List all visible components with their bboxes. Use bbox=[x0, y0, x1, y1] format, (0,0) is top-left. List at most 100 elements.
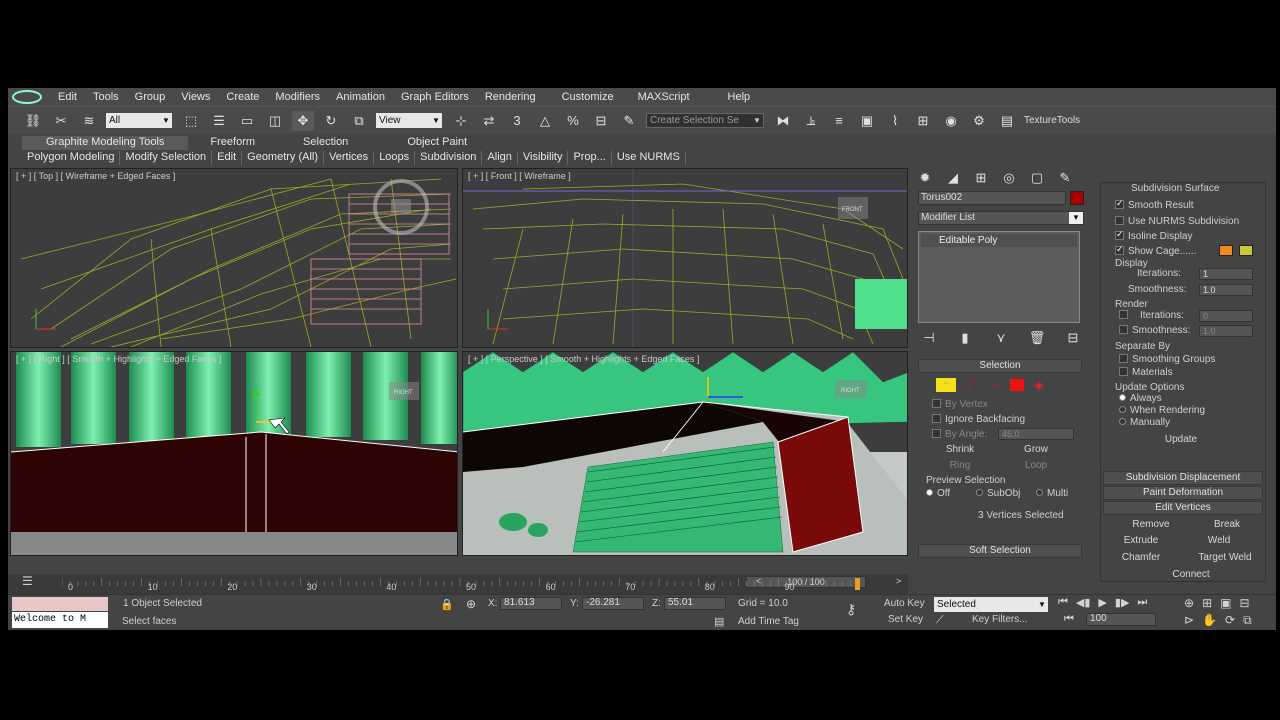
manually-radio[interactable]: Manually bbox=[1119, 417, 1170, 428]
set-key-button[interactable]: Set Key bbox=[888, 614, 923, 625]
play-icon[interactable]: ▶ bbox=[1098, 596, 1106, 609]
panel-visibility[interactable]: Visibility bbox=[518, 151, 569, 165]
lock-selection-icon[interactable]: 🔒 bbox=[440, 598, 454, 611]
panel-polygon-modeling[interactable]: Polygon Modeling bbox=[22, 151, 121, 165]
key-set-dropdown[interactable]: Selected ▼ bbox=[934, 597, 1048, 612]
menu-customize[interactable]: Customize bbox=[562, 91, 614, 103]
time-config-icon[interactable]: ⏮ bbox=[1064, 613, 1074, 626]
move-icon[interactable]: ✥ bbox=[292, 110, 314, 131]
connect-button[interactable]: Connect bbox=[1151, 569, 1231, 583]
spinner-snap-icon[interactable]: ⊟ bbox=[590, 111, 612, 131]
loop-button[interactable]: Loop bbox=[1010, 460, 1062, 474]
maximize-viewport-icon[interactable]: ⧉ bbox=[1243, 613, 1252, 628]
create-tab-icon[interactable]: ✹ bbox=[914, 168, 936, 188]
object-color-swatch[interactable] bbox=[1070, 191, 1084, 205]
goto-start-icon[interactable]: ⏮ bbox=[1058, 596, 1068, 609]
x-coord-field[interactable]: 81.613 bbox=[500, 597, 562, 610]
preview-subobj-radio[interactable]: SubObj bbox=[976, 488, 1020, 499]
maxscript-listener-pink[interactable] bbox=[12, 597, 108, 611]
viewport-front-label[interactable]: [ + ] [ Front ] [ Wireframe ] bbox=[468, 171, 571, 181]
modifier-list-dropdown[interactable]: Modifier List ▼ bbox=[918, 211, 1084, 225]
next-frame-icon[interactable]: ▮▶ bbox=[1115, 596, 1130, 609]
graphite-toggle-icon[interactable]: ▣ bbox=[856, 111, 878, 131]
extrude-button[interactable]: Extrude bbox=[1111, 535, 1171, 549]
object-name-field[interactable]: Torus002 bbox=[918, 191, 1066, 205]
element-level-icon[interactable]: ◈ bbox=[1030, 378, 1048, 392]
subdivision-surface-header[interactable]: Subdivision Surface bbox=[1131, 183, 1219, 194]
unlink-icon[interactable]: ✂ bbox=[50, 111, 72, 131]
configure-sets-icon[interactable]: ⊟ bbox=[1066, 328, 1080, 348]
angle-snap-icon[interactable]: △ bbox=[534, 111, 556, 131]
current-frame-field[interactable]: 100 bbox=[1086, 613, 1156, 626]
tab-object-paint[interactable]: Object Paint bbox=[383, 136, 491, 150]
zoom-extents-icon[interactable]: ▣ bbox=[1220, 596, 1231, 610]
material-editor-icon[interactable]: ◉ bbox=[940, 111, 962, 131]
render-iterations-spinner[interactable]: 0 bbox=[1199, 310, 1253, 322]
tab-selection[interactable]: Selection bbox=[279, 136, 383, 150]
menu-group[interactable]: Group bbox=[135, 91, 166, 103]
by-angle-option[interactable]: By Angle: bbox=[932, 429, 987, 440]
viewport-perspective-label[interactable]: [ + ] [ Perspective ] [ Smooth + Highlig… bbox=[468, 354, 699, 364]
time-tag-icon[interactable]: ▤ bbox=[714, 615, 724, 628]
pivot-icon[interactable]: ⊹ bbox=[450, 111, 472, 131]
menu-edit[interactable]: Edit bbox=[58, 91, 77, 103]
tab-graphite-modeling-tools[interactable]: Graphite Modeling Tools bbox=[22, 136, 189, 150]
window-crossing-icon[interactable]: ◫ bbox=[264, 111, 286, 131]
menu-animation[interactable]: Animation bbox=[336, 91, 385, 103]
auto-key-button[interactable]: Auto Key bbox=[884, 598, 925, 609]
front-viewcube-text[interactable]: FRONT bbox=[842, 207, 863, 213]
smooth-result-checkbox[interactable]: Smooth Result bbox=[1115, 198, 1194, 211]
prev-frame-icon[interactable]: ◀▮ bbox=[1076, 596, 1091, 609]
always-radio[interactable]: Always bbox=[1119, 393, 1162, 404]
panel-subdivision[interactable]: Subdivision bbox=[415, 151, 483, 165]
motion-tab-icon[interactable]: ◎ bbox=[998, 168, 1020, 188]
layer-manager-icon[interactable]: ≡ bbox=[828, 111, 850, 131]
border-level-icon[interactable]: ○ bbox=[986, 378, 1004, 392]
remove-modifier-icon[interactable]: 🗑 bbox=[1029, 328, 1046, 348]
scale-icon[interactable]: ⧉ bbox=[348, 111, 370, 131]
tab-freeform[interactable]: Freeform bbox=[188, 136, 279, 150]
bind-spacewarp-icon[interactable]: ≋ bbox=[78, 111, 100, 131]
panel-properties[interactable]: Prop... bbox=[568, 151, 612, 165]
subdivision-displacement-header[interactable]: Subdivision Displacement bbox=[1103, 471, 1263, 485]
polygon-level-icon[interactable] bbox=[1010, 379, 1024, 391]
weld-button[interactable]: Weld bbox=[1193, 535, 1245, 549]
zoom-extents-all-icon[interactable]: ⊟ bbox=[1239, 596, 1249, 610]
render-iterations-option[interactable]: Iterations: bbox=[1119, 310, 1184, 321]
absolute-mode-icon[interactable]: ⊕ bbox=[466, 597, 476, 611]
hierarchy-tab-icon[interactable]: ⊞ bbox=[970, 168, 992, 188]
tangent-icon[interactable]: ⟋ bbox=[936, 614, 944, 627]
by-vertex-option[interactable]: By Vertex bbox=[932, 399, 988, 410]
viewport-right-label[interactable]: [ + ] [ Right ] [ Smooth + Highlights + … bbox=[16, 354, 221, 364]
display-iterations-spinner[interactable]: 1 bbox=[1199, 268, 1253, 280]
smoothing-groups-checkbox[interactable]: Smoothing Groups bbox=[1119, 354, 1215, 365]
viewport-top[interactable]: [ + ] [ Top ] [ Wireframe + Edged Faces … bbox=[10, 168, 458, 348]
break-button[interactable]: Break bbox=[1193, 519, 1261, 533]
select-object-icon[interactable]: ⬚ bbox=[180, 111, 202, 131]
time-next-icon[interactable]: > bbox=[896, 576, 901, 586]
timeline-config-icon[interactable]: ☰ bbox=[22, 574, 42, 588]
preview-multi-radio[interactable]: Multi bbox=[1036, 488, 1068, 499]
remove-button[interactable]: Remove bbox=[1115, 519, 1187, 533]
zoom-icon[interactable]: ⊕ bbox=[1184, 596, 1194, 610]
panel-modify-selection[interactable]: Modify Selection bbox=[120, 151, 213, 165]
rect-selection-icon[interactable]: ▭ bbox=[236, 111, 258, 131]
menu-create[interactable]: Create bbox=[226, 91, 259, 103]
materials-checkbox[interactable]: Materials bbox=[1119, 367, 1173, 378]
preview-off-radio[interactable]: Off bbox=[926, 488, 950, 499]
key-filters-button[interactable]: Key Filters... bbox=[972, 614, 1028, 625]
viewport-front[interactable]: FRONT [ + ] [ Front ] [ Wireframe ] bbox=[462, 168, 908, 348]
cage-color-swatch-1[interactable] bbox=[1219, 245, 1233, 256]
pan-icon[interactable]: ✋ bbox=[1202, 613, 1217, 628]
pin-stack-icon[interactable]: ⊣ bbox=[922, 328, 936, 348]
menu-rendering[interactable]: Rendering bbox=[485, 91, 536, 103]
right-viewcube-text[interactable]: RIGHT bbox=[394, 390, 413, 396]
cage-color-swatch-2[interactable] bbox=[1239, 245, 1253, 256]
menu-modifiers[interactable]: Modifiers bbox=[275, 91, 320, 103]
render-setup-icon[interactable]: ⚙ bbox=[968, 111, 990, 131]
utilities-tab-icon[interactable]: ✎ bbox=[1054, 168, 1076, 188]
menu-views[interactable]: Views bbox=[181, 91, 210, 103]
modify-tab-icon[interactable]: ◢ bbox=[942, 168, 964, 188]
edge-level-icon[interactable]: ⟋ bbox=[962, 378, 980, 392]
edit-vertices-header[interactable]: Edit Vertices bbox=[1103, 501, 1263, 515]
